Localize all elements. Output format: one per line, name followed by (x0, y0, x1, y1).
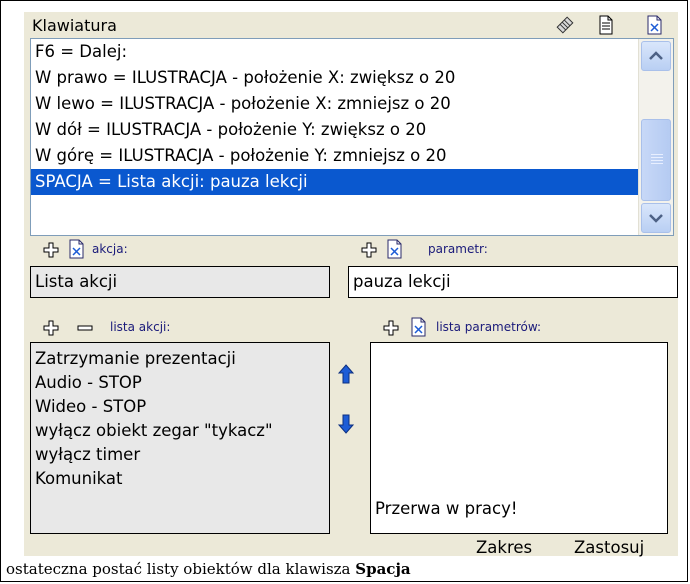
scroll-down-button[interactable] (641, 203, 671, 233)
param-list-label: lista parametrów: (436, 320, 542, 334)
scroll-up-button[interactable] (641, 41, 671, 71)
shortcuts-list-items: F6 = Dalej: W prawo = ILUSTRACJA - położ… (31, 39, 639, 195)
action-list-box[interactable]: Zatrzymanie prezentacji Audio - STOP Wid… (30, 342, 330, 534)
list-item[interactable]: wyłącz obiekt zegar "tykacz" (31, 419, 329, 443)
delete-parameter-icon[interactable] (386, 239, 404, 259)
list-item[interactable]: F6 = Dalej: (31, 39, 639, 65)
list-item[interactable]: Przerwa w pracy! (371, 497, 517, 521)
figure-caption: ostateczna postać listy obiektów dla kla… (6, 560, 411, 578)
parameter-label: parametr: (428, 242, 488, 256)
range-button[interactable]: Zakres (476, 538, 532, 557)
list-item[interactable]: W prawo = ILUSTRACJA - położenie X: zwię… (31, 65, 639, 91)
list-item[interactable]: Zatrzymanie prezentacji (31, 347, 329, 371)
panel-title: Klawiatura (32, 16, 117, 35)
delete-action-icon[interactable] (68, 239, 86, 259)
caption-text: ostateczna postać listy obiektów dla kla… (6, 560, 356, 578)
chevron-up-icon (649, 51, 663, 60)
list-item[interactable]: W górę = ILUSTRACJA - położenie Y: zmnie… (31, 143, 639, 169)
apply-button[interactable]: Zastosuj (574, 538, 644, 557)
add-parameter-icon[interactable] (360, 240, 378, 260)
list-item[interactable]: Audio - STOP (31, 371, 329, 395)
chevron-down-icon (649, 214, 663, 223)
action-label: akcja: (92, 242, 128, 256)
vertical-scrollbar[interactable] (638, 39, 673, 235)
scroll-thumb[interactable] (641, 119, 671, 201)
add-param-list-icon[interactable] (382, 318, 400, 338)
list-item[interactable]: W lewo = ILUSTRACJA - położenie X: zmnie… (31, 91, 639, 117)
action-list-label: lista akcji: (110, 320, 171, 334)
delete-param-list-icon[interactable] (410, 317, 428, 337)
param-list-box[interactable]: Przerwa w pracy! (370, 342, 668, 534)
list-item[interactable]: Wideo - STOP (31, 395, 329, 419)
shortcuts-list[interactable]: F6 = Dalej: W prawo = ILUSTRACJA - położ… (30, 38, 674, 236)
move-down-arrow-icon[interactable] (338, 414, 354, 434)
parameter-field[interactable]: pauza lekcji (348, 266, 678, 298)
rubber-icon[interactable] (556, 15, 574, 35)
caption-key: Spacja (355, 560, 411, 578)
move-up-arrow-icon[interactable] (338, 364, 354, 384)
add-action-list-icon[interactable] (42, 318, 60, 338)
list-item[interactable]: wyłącz timer (31, 443, 329, 467)
list-item[interactable]: W dół = ILUSTRACJA - położenie Y: zwięks… (31, 117, 639, 143)
page-icon[interactable] (597, 15, 615, 35)
add-action-icon[interactable] (42, 240, 60, 260)
keyboard-panel: Klawiatura F6 = Dalej: W prawo = ILUSTRA… (24, 12, 678, 557)
delete-file-icon[interactable] (646, 15, 664, 35)
list-item[interactable]: Komunikat (31, 467, 329, 491)
action-field[interactable]: Lista akcji (30, 266, 330, 298)
list-item-selected[interactable]: SPACJA = Lista akcji: pauza lekcji (31, 169, 639, 195)
remove-action-list-icon[interactable] (76, 318, 94, 338)
